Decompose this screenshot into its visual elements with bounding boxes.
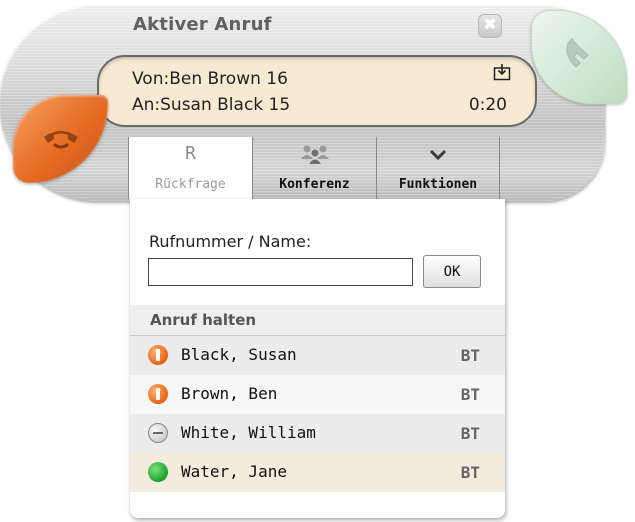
close-button[interactable]: ✖: [478, 14, 502, 38]
status-busy-icon: [148, 384, 168, 404]
contact-tag: BT: [460, 346, 480, 365]
close-icon: ✖: [482, 15, 498, 35]
section-title: Anruf halten: [150, 311, 257, 329]
contact-row[interactable]: Black, Susan BT: [130, 336, 505, 375]
status-busy-icon: [148, 345, 168, 365]
contact-name: White, William: [181, 423, 316, 442]
call-from: Von:Ben Brown 16: [132, 69, 288, 89]
tab-rueckfrage[interactable]: R Rückfrage: [128, 137, 252, 199]
contact-row[interactable]: White, William BT: [130, 414, 505, 453]
tab-label: Rückfrage: [155, 177, 226, 192]
download-icon[interactable]: [493, 63, 511, 81]
contact-name: Brown, Ben: [181, 384, 278, 403]
phone-answer-icon: [566, 38, 589, 68]
contact-name: Black, Susan: [181, 345, 297, 364]
chevron-down-icon: [429, 149, 447, 161]
contact-tag: BT: [460, 463, 480, 482]
search-label: Rufnummer / Name:: [149, 232, 312, 251]
call-to: An:Susan Black 15: [132, 95, 291, 115]
conference-icon: [300, 145, 329, 164]
contact-tag: BT: [460, 424, 480, 443]
call-info-box: Von:Ben Brown 16 An:Susan Black 15 0:20: [97, 55, 537, 127]
ok-button[interactable]: OK: [423, 255, 481, 288]
consult-icon: R: [185, 143, 196, 164]
status-away-icon: [148, 423, 168, 443]
search-input[interactable]: [148, 258, 413, 286]
tab-konferenz[interactable]: Konferenz: [252, 137, 376, 199]
tab-label: Funktionen: [398, 177, 478, 192]
contact-row[interactable]: Brown, Ben BT: [130, 375, 505, 414]
contact-name: Water, Jane: [181, 462, 287, 481]
status-available-icon: [148, 462, 168, 482]
call-timer: 0:20: [468, 95, 507, 115]
tab-label: Konferenz: [279, 177, 350, 192]
tab-funktionen[interactable]: Funktionen: [376, 137, 500, 199]
phone-hangup-icon: [44, 131, 78, 149]
contact-row[interactable]: Water, Jane BT: [130, 453, 505, 492]
action-tabs: R Rückfrage Konferenz Funktionen: [128, 137, 506, 199]
contact-tag: BT: [460, 385, 480, 404]
consult-panel: Rufnummer / Name: OK Anruf halten Black,…: [130, 199, 505, 518]
window-title: Aktiver Anruf: [133, 14, 272, 35]
section-header: Anruf halten: [130, 305, 505, 336]
